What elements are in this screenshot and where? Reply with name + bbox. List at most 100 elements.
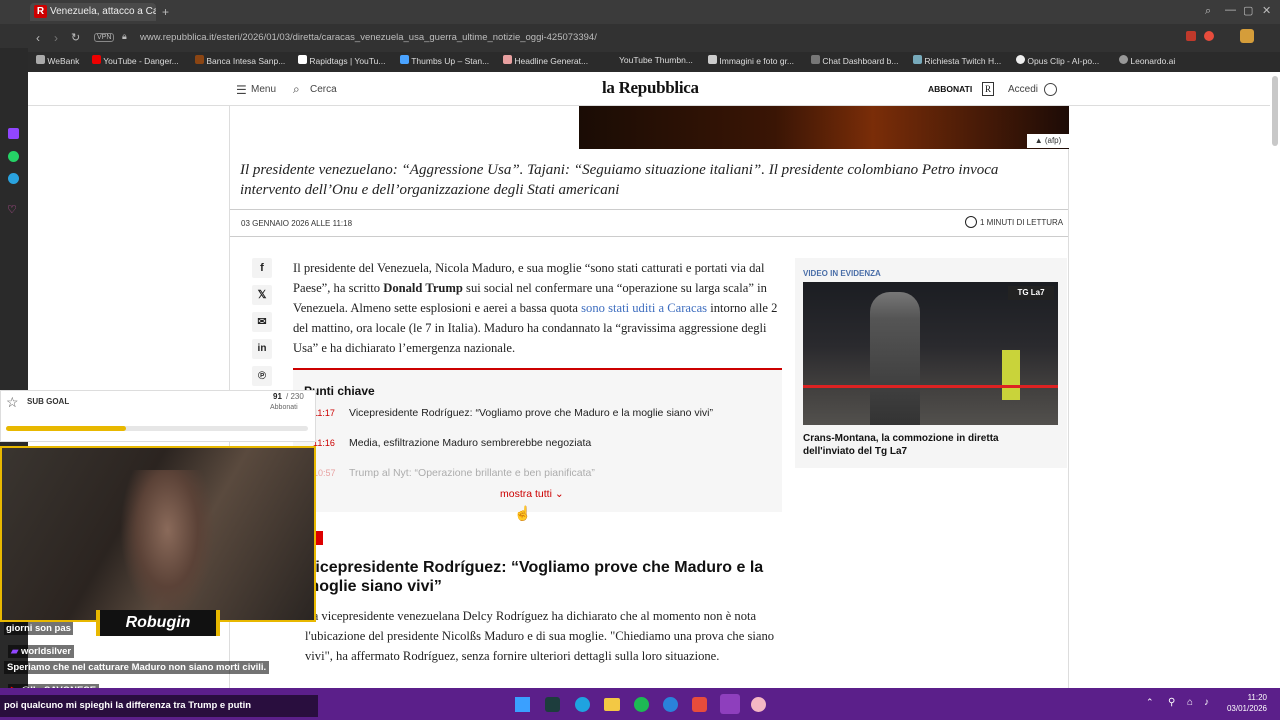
key-point-time[interactable]: 11:16: [313, 438, 335, 448]
bookmark-icon: [913, 55, 922, 64]
reload-icon[interactable]: ↻: [71, 31, 80, 44]
bookmark-item[interactable]: Richiesta Twitch H...: [913, 55, 1001, 66]
facebook-share-icon[interactable]: f: [252, 258, 272, 278]
chat-username: ▰ worldsilver: [8, 645, 75, 658]
telegram-icon[interactable]: [8, 173, 19, 184]
volume-icon[interactable]: ♪: [1204, 697, 1209, 708]
bookmark-icon: [298, 55, 307, 64]
key-point-item[interactable]: Vicepresidente Rodríguez: “Vogliamo prov…: [349, 407, 713, 419]
bookmark-item[interactable]: WeBank: [36, 55, 79, 66]
show-all-button[interactable]: mostra tutti ⌄: [500, 488, 564, 500]
email-share-icon[interactable]: ✉: [252, 312, 272, 332]
twitch-icon: ▰: [11, 646, 19, 657]
heart-icon[interactable]: ♡: [7, 203, 17, 216]
app-icon[interactable]: [545, 697, 560, 712]
sub-goal-total: / 230: [286, 392, 304, 401]
extension-icon[interactable]: [1204, 31, 1214, 41]
article-summary: Il presidente venezuelano: “Aggressione …: [240, 162, 999, 198]
vpn-badge[interactable]: VPN: [94, 33, 115, 42]
article-link[interactable]: sono stati uditi a Caracas: [581, 301, 707, 315]
menu-button[interactable]: Menu: [251, 84, 276, 95]
windows-start-icon[interactable]: [515, 697, 530, 712]
folder-icon[interactable]: [604, 698, 620, 711]
tg-la7-badge: TG La7: [1008, 286, 1054, 300]
search-icon[interactable]: ⌕: [1205, 5, 1211, 18]
user-icon[interactable]: [1044, 83, 1057, 96]
back-icon[interactable]: ‹: [36, 31, 40, 45]
video-title[interactable]: Crans-Montana, la commozione in diretta …: [803, 432, 1053, 458]
hamburger-icon[interactable]: ☰: [236, 83, 247, 97]
chat-message: poi qualcuno mi spieghi la differenza tr…: [4, 700, 252, 711]
app-icon[interactable]: [663, 697, 678, 712]
search-icon[interactable]: ⌕: [293, 82, 300, 97]
extension-icon[interactable]: [1186, 31, 1196, 41]
read-time: 1 MINUTI DI LETTURA: [980, 218, 1064, 227]
tape-line: [803, 385, 1058, 388]
x-share-icon[interactable]: 𝕏: [252, 285, 272, 305]
key-point-item[interactable]: Media, esfiltrazione Maduro sembrerebbe …: [349, 437, 591, 449]
bookmark-item[interactable]: Thumbs Up – Stan...: [400, 55, 489, 66]
bookmark-item[interactable]: YouTube - Danger...: [92, 55, 179, 66]
app-icon[interactable]: [751, 697, 766, 712]
bookmark-item[interactable]: Immagini e foto gr...: [708, 55, 794, 66]
reporter-figure: [870, 292, 920, 425]
twitch-icon[interactable]: [8, 128, 19, 139]
active-app-icon[interactable]: [720, 694, 740, 714]
search-button[interactable]: Cerca: [310, 84, 337, 95]
app-icon[interactable]: [692, 697, 707, 712]
star-icon: ☆: [6, 394, 19, 410]
bookmark-item[interactable]: Banca Intesa Sanp...: [195, 55, 285, 66]
bookmark-icon: [195, 55, 204, 64]
profile-avatar[interactable]: [1240, 29, 1254, 43]
lock-icon: 🔒︎: [122, 31, 127, 41]
hero-image: [579, 106, 1069, 149]
chat-message: giorni son pas: [4, 622, 73, 635]
cursor-hand-icon: ☝: [514, 505, 532, 521]
subscribe-link[interactable]: ABBONATI: [928, 84, 972, 94]
clock-date[interactable]: 03/01/2026: [1225, 704, 1267, 713]
scrollbar-thumb[interactable]: [1272, 76, 1278, 146]
repubblica-r-badge[interactable]: R: [982, 82, 994, 96]
linkedin-share-icon[interactable]: in: [252, 339, 272, 359]
login-link[interactable]: Accedi: [1008, 84, 1038, 95]
clock-icon: [965, 216, 977, 228]
minimize-icon[interactable]: —: [1225, 4, 1236, 16]
bookmark-icon: [1016, 55, 1025, 64]
bookmark-item[interactable]: Chat Dashboard b...: [811, 55, 898, 66]
site-logo[interactable]: la Repubblica: [602, 78, 699, 98]
clock-time[interactable]: 11:20: [1233, 693, 1267, 702]
video-label: VIDEO IN EVIDENZA: [803, 269, 881, 278]
photo-credit: ▲ (afp): [1027, 134, 1069, 148]
key-point-time[interactable]: 10:57: [313, 468, 336, 478]
new-tab-button[interactable]: +: [162, 5, 169, 19]
bookmark-item[interactable]: Leonardo.ai: [1119, 55, 1175, 66]
section-heading: Vicepresidente Rodríguez: “Vogliamo prov…: [305, 559, 764, 595]
close-icon[interactable]: ✕: [1262, 4, 1271, 17]
url-field[interactable]: www.repubblica.it/esteri/2026/01/03/dire…: [140, 32, 597, 43]
maximize-icon[interactable]: ▢: [1243, 4, 1253, 17]
forward-icon[interactable]: ›: [54, 31, 58, 45]
article-meta-row: [230, 209, 1068, 237]
bookmark-item[interactable]: YouTube Thumbn...: [619, 55, 693, 65]
streamer-figure: [120, 470, 215, 620]
key-point-item[interactable]: Trump al Nyt: “Operazione brillante e be…: [349, 467, 595, 479]
whatsapp-icon[interactable]: [8, 151, 19, 162]
pinterest-share-icon[interactable]: ℗: [252, 366, 272, 386]
bookmark-item[interactable]: Rapidtags | YouTu...: [298, 55, 385, 66]
key-point-time[interactable]: 11:17: [313, 408, 335, 418]
bookmark-icon: [708, 55, 717, 64]
microphone-icon[interactable]: ⚲: [1168, 697, 1175, 708]
edge-icon[interactable]: [575, 697, 590, 712]
browser-tab-bar: [0, 0, 1280, 24]
body-bold: Donald Trump: [383, 281, 463, 295]
network-icon[interactable]: ⌂: [1187, 697, 1193, 708]
spotify-icon[interactable]: [634, 697, 649, 712]
tray-chevron-icon[interactable]: ⌃: [1146, 697, 1154, 708]
browser-tab[interactable]: Venezuela, attacco a Carac: [30, 3, 156, 21]
bookmark-item[interactable]: Headline Generat...: [503, 55, 588, 66]
bookmark-icon: [503, 55, 512, 64]
streamer-name: Robugin: [96, 610, 220, 636]
bookmark-item[interactable]: Opus Clip - AI-po...: [1016, 55, 1099, 66]
article-date: 03 GENNAIO 2026 ALLE 11:18: [241, 219, 353, 228]
repubblica-favicon-icon: R: [34, 5, 47, 18]
